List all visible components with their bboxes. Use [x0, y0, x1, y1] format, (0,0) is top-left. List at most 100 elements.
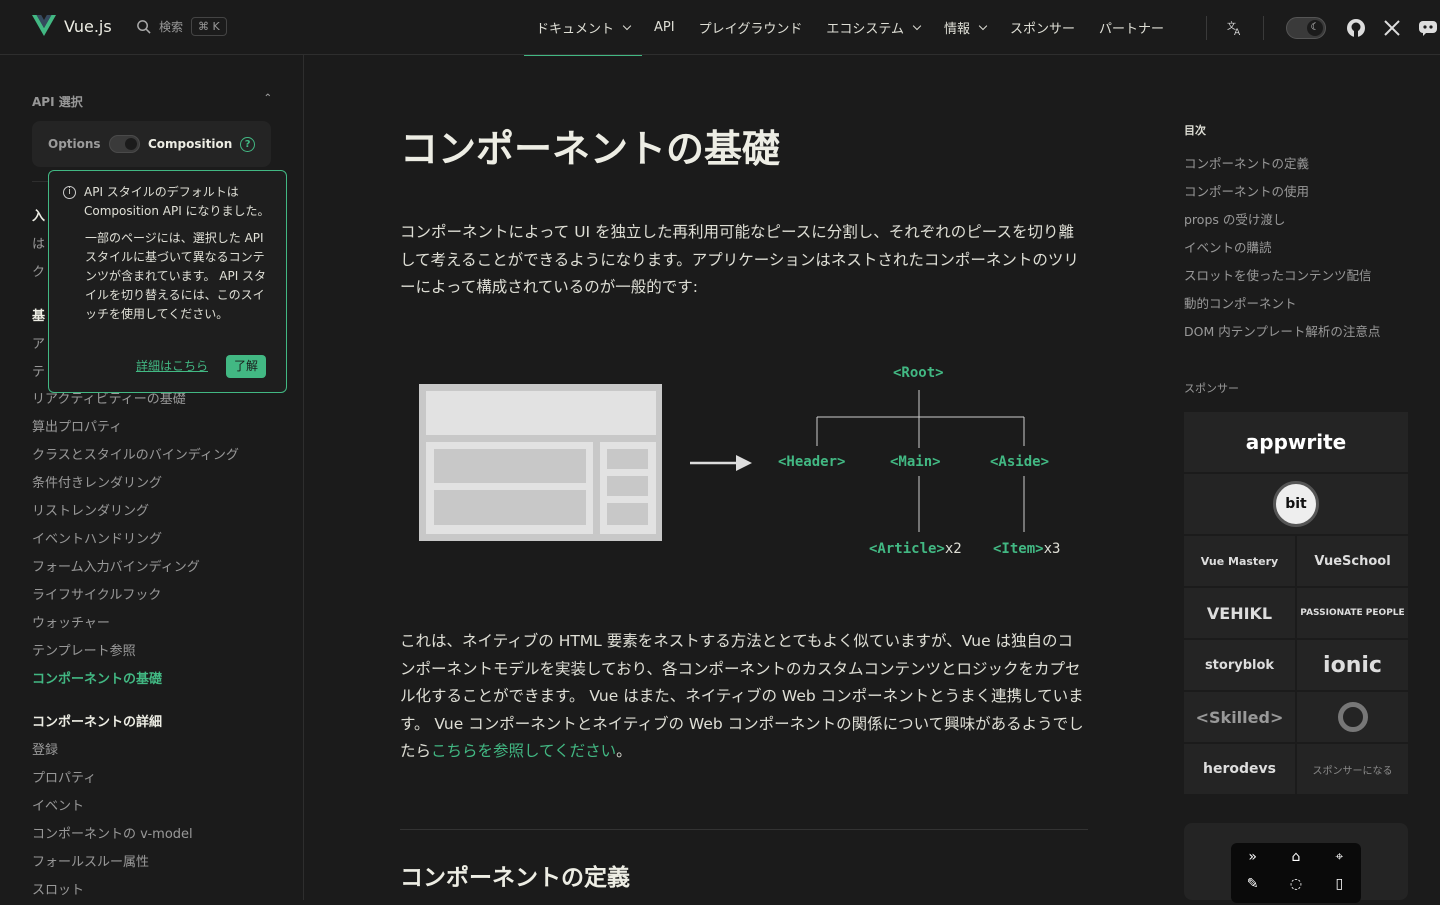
tree-article-tag: <Article> [869, 541, 945, 557]
sidebar-item-attrs[interactable]: フォールスルー属性 [32, 849, 282, 877]
nav-playground-label: プレイグラウンド [698, 22, 803, 37]
sidebar-section-essentials: リアクティビティーの基礎 算出プロパティ クラスとスタイルのバインディング 条件… [32, 386, 282, 694]
x-icon[interactable] [1374, 10, 1410, 46]
component-tree-diagram: <Root> <Header> <Main> <Aside> <Article>… [400, 350, 1100, 570]
sponsor-circle-logo[interactable] [1297, 692, 1408, 742]
sponsor-appwrite[interactable]: appwrite [1184, 412, 1408, 472]
api-options-label[interactable]: Options [48, 137, 101, 151]
sidebar-item-list[interactable]: リストレンダリング [32, 498, 282, 526]
cursor-icon: ⌖ [1335, 849, 1344, 865]
nav-about[interactable]: 情報 [932, 0, 998, 55]
chevrons-right-icon: » [1248, 849, 1257, 865]
sidebar-item-watchers[interactable]: ウォッチャー [32, 610, 282, 638]
sponsor-ionic[interactable]: ionic [1297, 640, 1408, 690]
nav-sponsor[interactable]: スポンサー [998, 0, 1087, 55]
sidebar-heading-components: コンポーネントの詳細 [32, 715, 163, 730]
vue-logo-icon [32, 15, 56, 36]
sponsor-circle-icon [1337, 702, 1368, 732]
section-divider [400, 829, 1088, 830]
sidebar-item-events[interactable]: イベントハンドリング [32, 526, 282, 554]
sidebar-item-registration[interactable]: 登録 [32, 737, 282, 765]
nav-playground[interactable]: プレイグラウンド [687, 0, 815, 55]
sponsor-vue-mastery[interactable]: Vue Mastery [1184, 536, 1295, 586]
sidebar-item-slots[interactable]: スロット [32, 877, 282, 905]
page-title: コンポーネントの基礎 [400, 127, 781, 171]
toc-item[interactable]: DOM 内テンプレート解析の注意点 [1184, 318, 1424, 346]
toc-heading: 目次 [1184, 124, 1206, 137]
top-nav-bar: Vue.js 検索 ⌘ K ドキュメント API プレイグラウンド エコシステム… [0, 0, 1440, 56]
sidebar-item-component-basics[interactable]: コンポーネントの基礎 [32, 666, 282, 694]
sidebar-item-v-model[interactable]: コンポーネントの v-model [32, 821, 282, 849]
tree-item-count: x3 [1043, 541, 1061, 557]
sponsor-herodevs[interactable]: herodevs [1184, 744, 1295, 794]
sponsors-heading: スポンサー [1184, 382, 1239, 395]
toc-item[interactable]: props の受け渡し [1184, 206, 1424, 234]
sidebar-item-template-refs[interactable]: テンプレート参照 [32, 638, 282, 666]
pen-icon: ✎ [1246, 876, 1259, 892]
info-icon: i [63, 186, 76, 199]
tree-header-label: <Header> [778, 454, 846, 470]
sidebar-item-forms[interactable]: フォーム入力バインディング [32, 554, 282, 582]
para2-end: 。 [616, 742, 632, 760]
sponsor-passionate-people[interactable]: PASSIONATE PEOPLE [1297, 588, 1408, 638]
github-icon[interactable] [1338, 10, 1374, 46]
table-of-contents: 目次 コンポーネントの定義 コンポーネントの使用 props の受け渡し イベン… [1184, 122, 1424, 346]
sponsors-panel: appwrite bit Vue Mastery VueSchool VEHIK… [1184, 412, 1408, 794]
toc-item[interactable]: コンポーネントの使用 [1184, 178, 1424, 206]
become-sponsor-link[interactable]: スポンサーになる [1297, 744, 1408, 794]
sidebar-item-props[interactable]: プロパティ [32, 765, 282, 793]
api-preference-header[interactable]: API 選択 ⌃ [32, 93, 272, 110]
nav-about-label: 情報 [943, 22, 970, 37]
popup-line2: 一部のページには、選択した API スタイルに基づいて異なるコンテンツが含まれて… [85, 231, 267, 321]
section-title-defining: コンポーネントの定義 [400, 865, 630, 891]
tree-main-label: <Main> [890, 454, 941, 470]
native-html-paragraph: これは、ネイティブの HTML 要素をネストする方法ととてもよく似ていますが、V… [400, 628, 1088, 766]
nav-divider [1263, 15, 1264, 40]
sidebar-item-lifecycle[interactable]: ライフサイクルフック [32, 582, 282, 610]
nav-api-label: API [654, 20, 675, 35]
help-icon[interactable]: ? [240, 136, 255, 152]
toc-item[interactable]: スロットを使ったコンテンツ配信 [1184, 262, 1424, 290]
web-components-link[interactable]: こちらを参照してください [431, 742, 616, 760]
search-button[interactable]: 検索 ⌘ K [136, 17, 227, 36]
sponsor-vueschool[interactable]: VueSchool [1297, 536, 1408, 586]
ad-banner[interactable]: » ⌂ ⌖ ✎ ◌ ▯ [1184, 823, 1408, 903]
popup-line1: API スタイルのデフォルトは Composition API になりました。 [84, 185, 270, 218]
search-shortcut: ⌘ K [191, 17, 227, 36]
nav-ecosystem[interactable]: エコシステム [814, 0, 932, 55]
toc-item[interactable]: 動的コンポーネント [1184, 290, 1424, 318]
sidebar-item-conditional[interactable]: 条件付きレンダリング [32, 470, 282, 498]
learn-more-link[interactable]: 詳細はこちら [136, 357, 208, 376]
sponsor-appwrite-logo: appwrite [1245, 430, 1347, 454]
sponsor-vehikl[interactable]: VEHIKL [1184, 588, 1295, 638]
translate-icon[interactable]: 文A [1217, 10, 1253, 46]
nav-api[interactable]: API [642, 0, 687, 55]
site-name: Vue.js [64, 16, 112, 36]
intro-paragraph: コンポーネントによって UI を独立した再利用可能なピースに分割し、それぞれのピ… [400, 223, 1079, 296]
ok-button[interactable]: 了解 [225, 355, 266, 378]
sponsor-storyblok[interactable]: storyblok [1184, 640, 1295, 690]
api-preference-title: API 選択 [32, 95, 83, 109]
popup-row: i API スタイルのデフォルトは Composition API になりました… [63, 183, 272, 221]
discord-icon[interactable] [1410, 10, 1440, 46]
sidebar-item-computed[interactable]: 算出プロパティ [32, 414, 282, 442]
nav-partners[interactable]: パートナー [1087, 0, 1176, 55]
dark-mode-toggle[interactable]: ☾ [1286, 16, 1326, 39]
svg-text:A: A [1234, 28, 1241, 37]
site-logo[interactable]: Vue.js [32, 15, 112, 37]
switch-knob [124, 138, 137, 150]
api-style-switch[interactable] [108, 135, 140, 153]
toc-item[interactable]: コンポーネントの定義 [1184, 150, 1424, 178]
nav-docs-label: ドキュメント [536, 22, 615, 37]
api-composition-label[interactable]: Composition [148, 137, 232, 151]
ad-image: » ⌂ ⌖ ✎ ◌ ▯ [1231, 843, 1361, 903]
toc-item[interactable]: イベントの購読 [1184, 234, 1424, 262]
sidebar-item-class-style[interactable]: クラスとスタイルのバインディング [32, 442, 282, 470]
nav-docs[interactable]: ドキュメント [524, 0, 643, 56]
sidebar-item-emits[interactable]: イベント [32, 793, 282, 821]
chevron-down-icon [912, 21, 922, 31]
api-preference-popup: i API スタイルのデフォルトは Composition API になりました… [48, 170, 287, 393]
sponsor-skilled[interactable]: <Skilled> [1184, 692, 1295, 742]
tree-root-label: <Root> [893, 365, 944, 381]
sponsor-bit[interactable]: bit [1184, 474, 1408, 534]
